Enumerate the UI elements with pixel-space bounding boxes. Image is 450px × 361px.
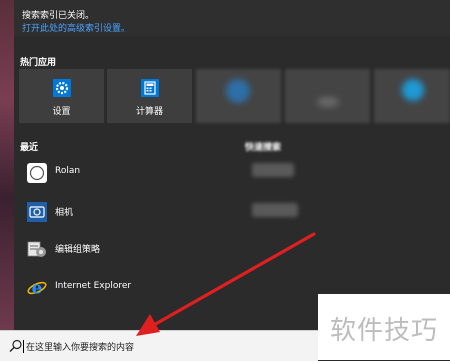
watermark-text: 软件技巧 (329, 316, 438, 346)
watermark: 软件技巧 (318, 294, 450, 360)
